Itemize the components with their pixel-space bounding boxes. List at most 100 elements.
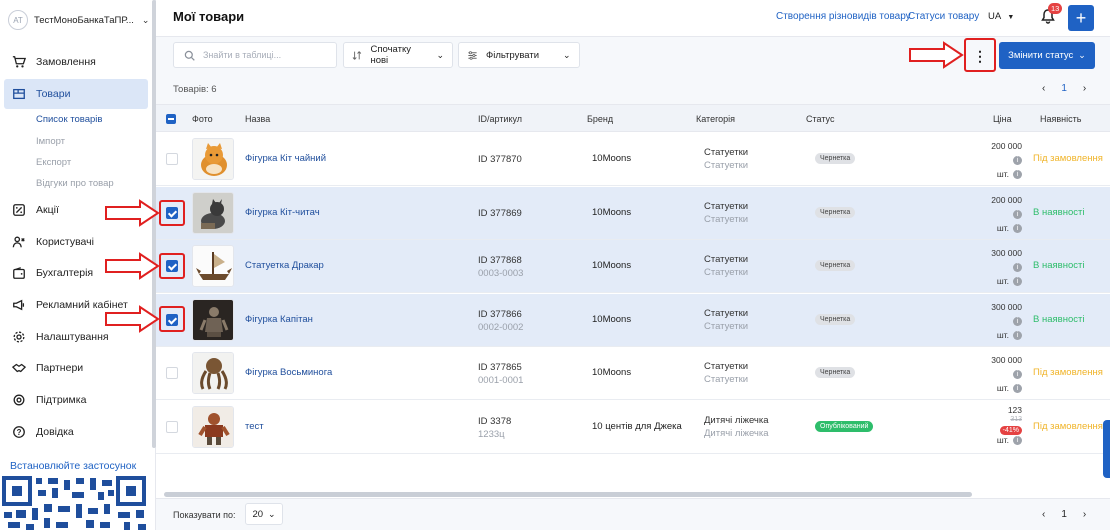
product-photo[interactable] <box>192 245 234 287</box>
select-all-checkbox[interactable] <box>166 114 176 124</box>
status-badge: Опублікований <box>815 420 874 432</box>
annotation-highlight-row4 <box>159 306 185 332</box>
info-icon[interactable]: i <box>1013 316 1022 326</box>
install-app-link[interactable]: Встановлюйте застосунок <box>10 460 136 472</box>
info-icon[interactable]: i <box>1013 170 1022 180</box>
info-icon[interactable]: i <box>1013 209 1022 219</box>
next-page-button[interactable]: › <box>1083 83 1086 94</box>
per-page-select[interactable]: 20 ⌄ <box>245 503 283 525</box>
availability-status: Під замовлення <box>1033 367 1103 378</box>
filter-dropdown[interactable]: Фільтрувати ⌄ <box>458 42 580 68</box>
side-widget-tab[interactable] <box>1103 420 1110 478</box>
table-row[interactable]: Фігурка Восьминога ID 377865 0001-0001 10… <box>156 347 1110 400</box>
sidebar-item-products[interactable]: Товари <box>4 79 148 109</box>
column-header-availability[interactable]: Наявність <box>1040 114 1081 124</box>
row-checkbox[interactable] <box>166 367 178 379</box>
product-name-link[interactable]: Статуетка Дракар <box>245 260 324 271</box>
language-selector[interactable]: UA ▼ <box>988 11 1014 22</box>
product-photo[interactable] <box>192 352 234 394</box>
megaphone-icon <box>12 298 26 312</box>
info-icon[interactable]: i <box>1013 277 1022 287</box>
product-category: Статуетки Статуетки <box>704 253 748 279</box>
category-path: Дитячі ліжечка <box>704 427 769 439</box>
sidebar-item-help[interactable]: ? Довідка <box>4 417 148 447</box>
product-name-link[interactable]: Фігурка Восьминога <box>245 367 332 378</box>
column-header-brand[interactable]: Бренд <box>587 114 613 124</box>
product-statuses-link[interactable]: Статуси товару <box>908 11 979 22</box>
column-header-price[interactable]: Ціна <box>993 114 1012 124</box>
current-page[interactable]: 1 <box>1061 509 1067 520</box>
table-row[interactable]: Фігурка Капітан ID 377866 0002-0002 10Moo… <box>156 293 1110 347</box>
category-path: Статуетки <box>704 267 749 278</box>
info-icon[interactable]: i <box>1013 370 1022 380</box>
table-row[interactable]: Фігурка Кіт-читач ID 377869 10Moons Стат… <box>156 186 1110 240</box>
product-brand: 10Moons <box>592 153 632 164</box>
wallet-icon <box>12 266 26 280</box>
account-switcher[interactable]: АТ ТестМоноБанкаТаПР... ⌄ <box>8 10 149 30</box>
row-checkbox[interactable] <box>166 420 178 433</box>
prev-page-button[interactable]: ‹ <box>1042 83 1045 94</box>
status-badge: Чернетка <box>815 313 856 325</box>
info-icon[interactable]: i <box>1013 156 1022 166</box>
sidebar-item-orders[interactable]: Замовлення <box>4 47 148 77</box>
search-box[interactable] <box>173 42 337 68</box>
avatar: АТ <box>8 10 28 30</box>
availability-status: В наявності <box>1033 260 1085 271</box>
language-label: UA <box>988 11 1001 22</box>
category-name: Статуетки <box>704 147 749 158</box>
column-header-status[interactable]: Статус <box>806 114 834 124</box>
product-name-link[interactable]: Фігурка Кіт-читач <box>245 207 320 218</box>
search-input[interactable] <box>203 50 323 60</box>
sort-label: Спочатку нові <box>370 44 411 66</box>
product-name-link[interactable]: Фігурка Капітан <box>245 314 313 325</box>
info-icon[interactable]: i <box>1013 435 1022 445</box>
discount-icon <box>12 203 26 217</box>
category-name: Статуетки <box>704 254 749 265</box>
column-header-category[interactable]: Категорія <box>696 114 735 124</box>
horizontal-scrollbar[interactable] <box>164 492 972 497</box>
table-row[interactable]: Фігурка Кіт чайний ID 377870 10Moons Ста… <box>156 133 1110 186</box>
product-brand: 10Moons <box>592 206 632 218</box>
sort-dropdown[interactable]: Спочатку нові ⌄ <box>343 42 453 68</box>
price-unit: шт. <box>996 276 1009 286</box>
next-page-button[interactable]: › <box>1083 509 1086 520</box>
column-header-id[interactable]: ID/артикул <box>478 114 522 124</box>
pagination-bottom: ‹ 1 › <box>1042 509 1086 520</box>
product-photo[interactable] <box>192 191 234 234</box>
product-photo[interactable] <box>192 138 234 180</box>
create-variants-link[interactable]: Створення різновидів товару <box>776 11 911 22</box>
table-row[interactable]: Статуетка Дракар ID 377868 0003-0003 10Mo… <box>156 240 1110 293</box>
product-photo[interactable] <box>192 405 234 448</box>
row-checkbox[interactable] <box>166 153 178 165</box>
support-icon <box>12 393 26 407</box>
sidebar-item-label: Підтримка <box>36 394 87 406</box>
prev-page-button[interactable]: ‹ <box>1042 509 1045 520</box>
table-row[interactable]: тест ID 3378 1233ц 10 центів для Джека Ди… <box>156 400 1110 454</box>
product-id: ID 377868 0003-0003 <box>478 254 523 280</box>
add-product-button[interactable]: + <box>1068 5 1094 31</box>
product-photo[interactable] <box>192 298 234 341</box>
sidebar-item-partners[interactable]: Партнери <box>4 353 148 383</box>
sidebar-subitem-reviews[interactable]: Відгуки про товар <box>36 178 114 189</box>
sidebar-item-label: Довідка <box>36 426 74 438</box>
sidebar-subitem-product-list[interactable]: Список товарів <box>36 114 102 125</box>
filter-icon <box>468 50 477 60</box>
info-icon[interactable]: i <box>1013 330 1022 340</box>
annotation-arrow-icon <box>105 199 160 227</box>
chevron-down-icon: ⌄ <box>436 49 444 60</box>
sidebar-item-support[interactable]: Підтримка <box>4 385 148 415</box>
info-icon[interactable]: i <box>1013 263 1022 273</box>
info-icon[interactable]: i <box>1013 384 1022 394</box>
qr-code-icon[interactable] <box>0 474 152 530</box>
sidebar-subitem-export[interactable]: Експорт <box>36 157 71 168</box>
info-icon[interactable]: i <box>1013 223 1022 233</box>
product-name-link[interactable]: тест <box>245 421 264 432</box>
current-page[interactable]: 1 <box>1061 83 1067 94</box>
change-status-button[interactable]: Змінити статус ⌄ <box>999 42 1095 69</box>
product-sku: 1233ц <box>478 428 505 440</box>
column-header-name[interactable]: Назва <box>245 114 270 124</box>
product-name-link[interactable]: Фігурка Кіт чайний <box>245 153 326 164</box>
annotation-arrow-icon <box>105 252 160 280</box>
sidebar-subitem-import[interactable]: Імпорт <box>36 136 65 147</box>
product-category: Статуетки Статуетки <box>704 146 748 172</box>
